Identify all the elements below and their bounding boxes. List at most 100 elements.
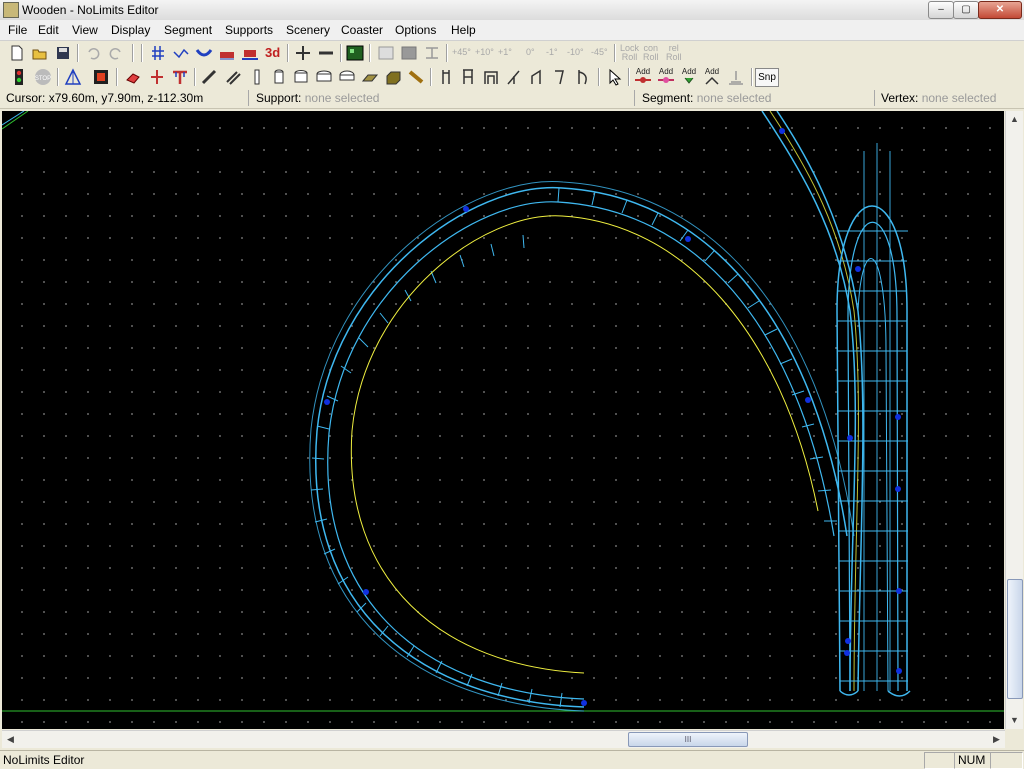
beam-icon[interactable] (200, 68, 218, 86)
rel-roll-button[interactable]: rel Roll (666, 44, 682, 62)
menu-display[interactable]: Display (111, 23, 150, 37)
remove-vertex-minus-icon[interactable] (317, 44, 335, 62)
tall-support-icon[interactable] (437, 68, 455, 86)
edit-toolbar: STOP Add Add Add Add Snp (0, 65, 1024, 90)
roll-plus-1-button[interactable]: +1° (498, 48, 512, 57)
menu-help[interactable]: Help (451, 23, 476, 37)
close-button[interactable]: ✕ (978, 1, 1022, 19)
add-green-node-button[interactable]: Add (679, 67, 699, 87)
tower-support-icon[interactable] (459, 68, 477, 86)
double-beam-icon[interactable] (224, 68, 242, 86)
open-folder-icon[interactable] (31, 44, 49, 62)
new-file-icon[interactable] (8, 44, 26, 62)
roll-minus-45-button[interactable]: -45° (591, 48, 608, 57)
horizontal-scrollbar[interactable]: ◀ III ▶ (2, 730, 1005, 748)
scroll-right-icon[interactable]: ▶ (988, 731, 1005, 748)
menu-scenery[interactable]: Scenery (286, 23, 330, 37)
add-label: Add (704, 67, 720, 76)
triangle-structure-icon[interactable] (64, 68, 82, 86)
corner-track-fragment (2, 111, 25, 126)
ground-anchor-icon[interactable] (727, 68, 745, 86)
menu-supports[interactable]: Supports (225, 23, 273, 37)
curve-crossties (310, 187, 837, 708)
track-curve-icon[interactable] (172, 44, 190, 62)
status-cell-scroll (990, 752, 1023, 769)
pillar-icon[interactable] (270, 68, 288, 86)
vertex-point (363, 589, 369, 595)
cursor-panel: Cursor: x79.60m, y7.90m, z-112.30m (2, 90, 249, 106)
track-dip-icon[interactable] (195, 44, 213, 62)
wide-cylinder-icon[interactable] (315, 68, 333, 86)
con-roll-button[interactable]: con Roll (643, 44, 659, 62)
stop-icon[interactable]: STOP (34, 68, 52, 86)
vertex-point (895, 486, 901, 492)
snap-toggle-button[interactable]: Snp (755, 68, 779, 87)
add-label: Add (681, 67, 697, 76)
station-icon[interactable] (92, 68, 110, 86)
scroll-down-icon[interactable]: ▼ (1006, 712, 1023, 729)
add-red-node-button[interactable]: Add (633, 67, 653, 87)
thin-pillar-icon[interactable] (248, 68, 266, 86)
status-text: NoLimits Editor (3, 753, 85, 767)
rel-roll-label-2: Roll (666, 52, 682, 62)
angle-support-icon[interactable] (551, 68, 569, 86)
arch-support-icon[interactable] (482, 68, 500, 86)
eraser-icon[interactable] (124, 68, 142, 86)
maximize-button[interactable]: ▢ (953, 1, 979, 19)
add-pink-node-button[interactable]: Add (656, 67, 676, 87)
view-3d-button[interactable]: 3d (265, 45, 280, 60)
roll-zero-button[interactable]: 0° (526, 48, 535, 57)
select-arrow-icon[interactable] (606, 68, 624, 86)
roll-plus-10-button[interactable]: +10° (475, 48, 494, 57)
flat-cylinder-icon[interactable] (338, 68, 356, 86)
vertex-label: Vertex: (881, 91, 919, 105)
minimize-button[interactable]: – (928, 1, 954, 19)
solid-panel-icon[interactable] (400, 44, 418, 62)
add-vertex-plus-icon[interactable] (294, 44, 312, 62)
diagonal-support-icon[interactable] (505, 68, 523, 86)
menu-view[interactable]: View (72, 23, 98, 37)
roll-minus-1-button[interactable]: -1° (546, 48, 558, 57)
add-footer-button[interactable]: Add (702, 67, 722, 87)
traffic-light-icon[interactable] (10, 68, 28, 86)
scroll-left-icon[interactable]: ◀ (2, 731, 19, 748)
ruler-icon[interactable] (407, 68, 425, 86)
block-icon[interactable] (384, 68, 402, 86)
support-tee-icon[interactable] (171, 68, 189, 86)
grid-panel-icon[interactable] (377, 44, 395, 62)
vertical-scrollbar[interactable]: ▲ ▼ (1005, 111, 1023, 729)
track-canvas[interactable] (2, 111, 1004, 729)
save-disk-icon[interactable] (54, 44, 72, 62)
roll-plus-45-button[interactable]: +45° (452, 48, 471, 57)
horizontal-scroll-thumb[interactable]: III (628, 732, 748, 747)
menu-file[interactable]: File (8, 23, 27, 37)
cursor-label: Cursor: (6, 91, 46, 105)
support-value: none selected (304, 91, 380, 105)
loop-left-bottom (839, 690, 859, 696)
roll-minus-10-button[interactable]: -10° (567, 48, 584, 57)
vertex-point (324, 399, 330, 405)
coaster-car-icon[interactable] (218, 44, 236, 62)
terrain-view-icon[interactable] (346, 44, 364, 62)
curve-support-icon[interactable] (574, 68, 592, 86)
footer-plate-icon[interactable] (361, 68, 379, 86)
vertex-point (581, 700, 587, 706)
scroll-up-icon[interactable]: ▲ (1006, 111, 1023, 128)
menu-options[interactable]: Options (395, 23, 436, 37)
menu-edit[interactable]: Edit (38, 23, 59, 37)
vertical-scroll-thumb[interactable] (1007, 579, 1023, 699)
menu-segment[interactable]: Segment (164, 23, 212, 37)
lock-roll-button[interactable]: Lock Roll (620, 44, 639, 62)
split-icon[interactable] (423, 44, 441, 62)
add-label: Add (635, 67, 651, 76)
train-icon[interactable] (241, 44, 259, 62)
menu-coaster[interactable]: Coaster (341, 23, 383, 37)
bent-support-icon[interactable] (528, 68, 546, 86)
curve-outer-rail (315, 186, 848, 708)
split-segment-icon[interactable] (148, 68, 166, 86)
undo-icon[interactable] (84, 44, 102, 62)
medium-cylinder-icon[interactable] (292, 68, 310, 86)
editor-viewport[interactable] (2, 111, 1004, 729)
redo-icon[interactable] (107, 44, 125, 62)
grid-lines-icon[interactable] (149, 44, 167, 62)
